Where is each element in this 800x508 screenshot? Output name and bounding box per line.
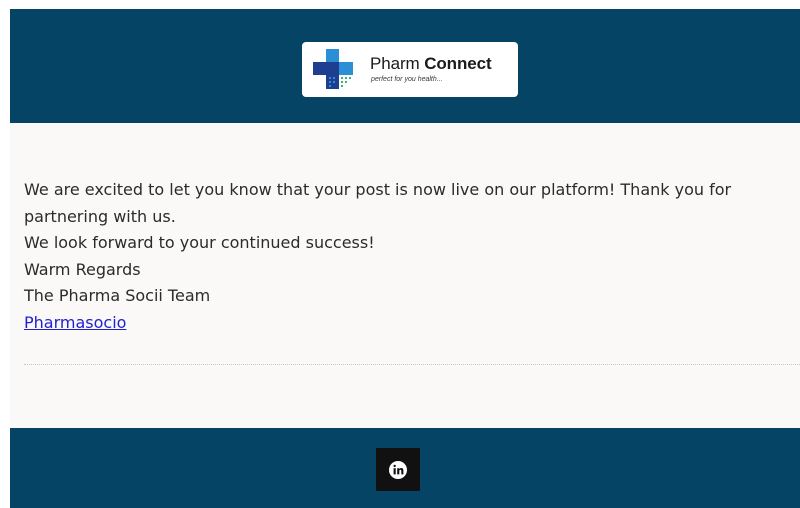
brand-tagline: perfect for you health... xyxy=(371,76,443,83)
email-header: Pharm Connect perfect for you health... xyxy=(10,9,800,123)
pharmasocio-link[interactable]: Pharmasocio xyxy=(24,313,126,332)
brand-logo: Pharm Connect perfect for you health... xyxy=(302,42,518,97)
message-line-success: We look forward to your continued succes… xyxy=(24,233,375,252)
email-container: Pharm Connect perfect for you health... … xyxy=(10,9,800,508)
message-line-regards: Warm Regards xyxy=(24,259,141,279)
linkedin-icon xyxy=(389,460,407,479)
message-line-live: We are excited to let you know that your… xyxy=(24,180,732,226)
email-body: We are excited to let you know that your… xyxy=(10,123,800,428)
email-footer xyxy=(10,428,800,508)
message-line-team: The Pharma Socii Team xyxy=(24,286,211,305)
brand-name-first: Pharm xyxy=(370,54,420,73)
message-text: We are excited to let you know that your… xyxy=(24,177,784,336)
content-divider xyxy=(24,364,800,365)
medical-cross-icon xyxy=(313,49,353,89)
brand-name: Pharm Connect xyxy=(370,54,492,74)
message-link-row: Pharmasocio xyxy=(24,310,784,337)
linkedin-button[interactable] xyxy=(376,448,420,491)
brand-name-second: Connect xyxy=(424,54,492,73)
